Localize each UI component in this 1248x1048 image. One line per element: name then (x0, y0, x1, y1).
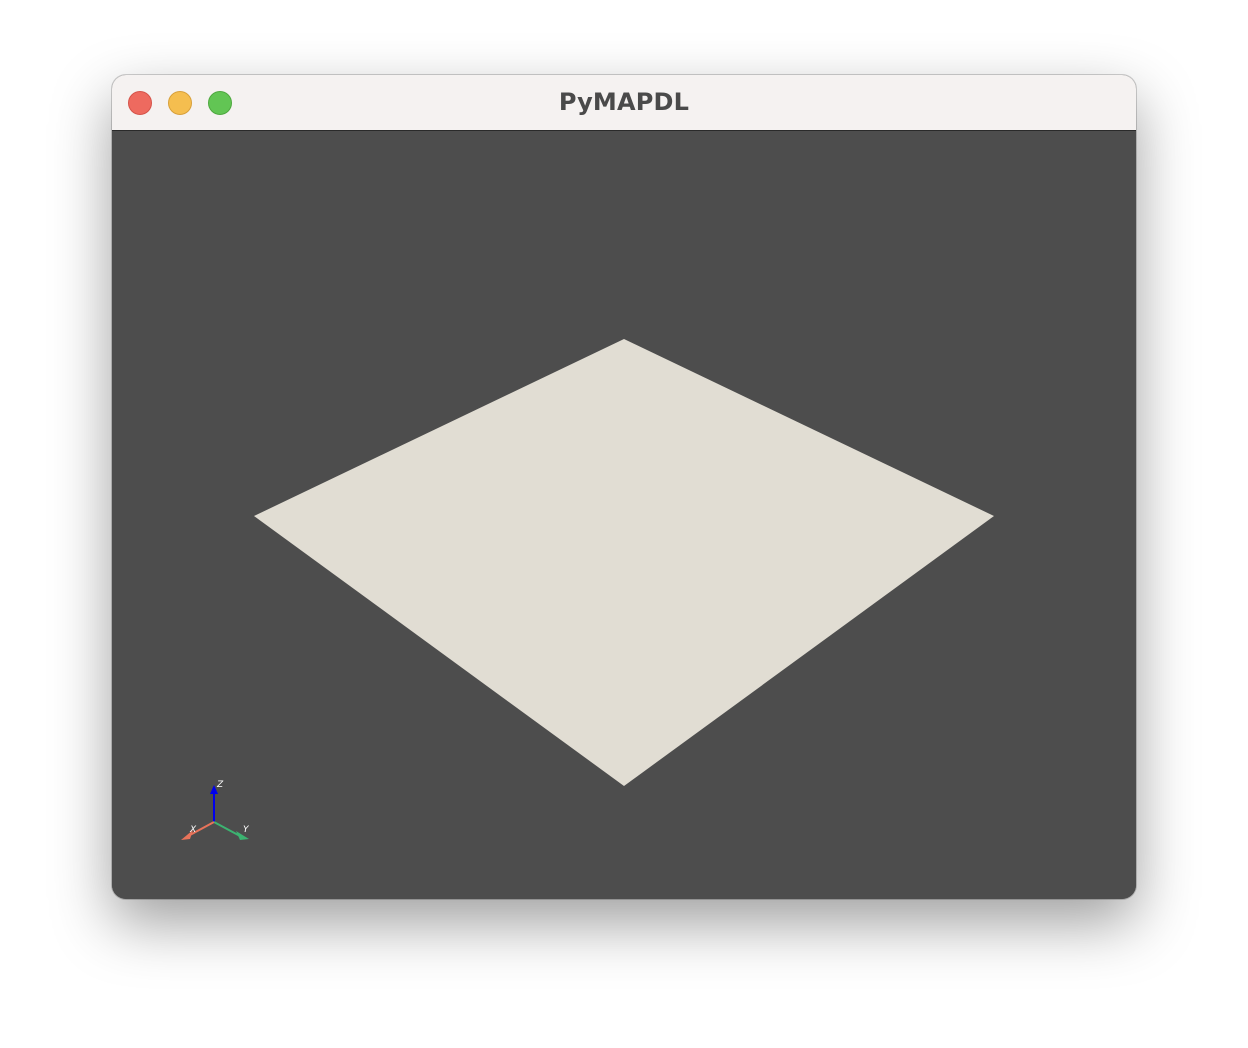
app-window: PyMAPDL Z Y X (112, 75, 1136, 899)
title-bar[interactable]: PyMAPDL (112, 75, 1136, 131)
z-axis-label: Z (216, 780, 224, 790)
scene-canvas[interactable]: Z Y X (112, 132, 1136, 899)
x-axis-label: X (189, 825, 197, 835)
plate-surface[interactable] (254, 339, 994, 786)
window-title: PyMAPDL (558, 88, 690, 116)
y-axis-line (213, 821, 241, 837)
axes-orientation-widget: Z Y X (181, 780, 250, 840)
render-viewport[interactable]: Z Y X (112, 132, 1136, 899)
y-axis-label: Y (243, 825, 250, 835)
